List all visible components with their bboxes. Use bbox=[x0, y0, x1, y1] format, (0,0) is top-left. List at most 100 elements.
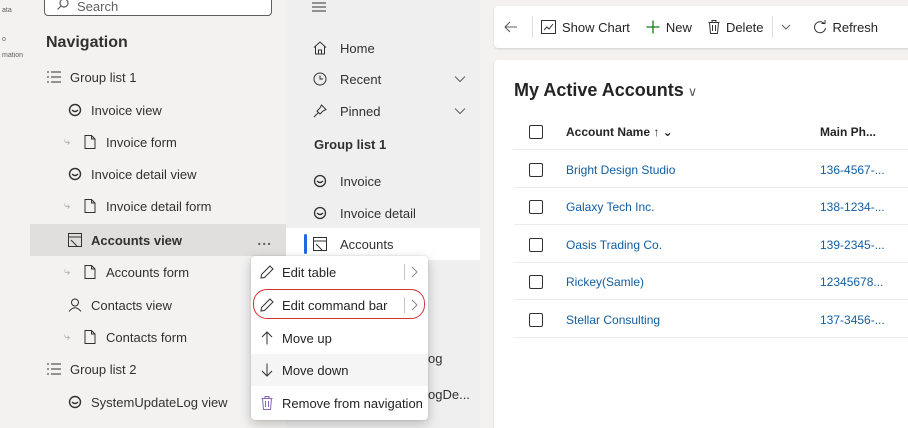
table-row[interactable]: Stellar Consulting 137-3456-... bbox=[514, 303, 908, 338]
search-input[interactable]: Search bbox=[44, 0, 272, 16]
refresh-button[interactable]: Refresh bbox=[805, 6, 887, 48]
row-checkbox[interactable] bbox=[529, 200, 543, 214]
tree-item-label: Invoice detail form bbox=[106, 198, 212, 214]
sitemap-item-label: Invoice detail bbox=[340, 205, 416, 221]
account-name-link[interactable]: Rickey(Samle) bbox=[566, 275, 820, 289]
sitemap-item-partial-1[interactable]: og bbox=[428, 351, 442, 366]
tree-item-label: Accounts form bbox=[106, 264, 190, 280]
tree-item-invoice-form[interactable]: ⤷ Invoice form bbox=[30, 126, 286, 158]
column-header-main-phone[interactable]: Main Ph... bbox=[820, 125, 900, 139]
accounts-view-card: My Active Accounts ∨ Account Name ↑ ⌄ Mai… bbox=[494, 60, 908, 428]
main-phone-cell[interactable]: 138-1234-... bbox=[820, 200, 900, 214]
tree-item-invoice-detail-form[interactable]: ⤷ Invoice detail form bbox=[30, 190, 286, 222]
sitemap-item-invoice[interactable]: Invoice bbox=[286, 165, 480, 197]
menu-item-label: Move down bbox=[282, 362, 349, 378]
more-options-button[interactable]: ... bbox=[257, 232, 272, 248]
submenu-chevron[interactable] bbox=[404, 264, 418, 280]
tree-item-accounts-view[interactable]: Accounts view ... bbox=[30, 224, 286, 256]
main-phone-cell[interactable]: 139-2345-... bbox=[820, 238, 900, 252]
row-checkbox[interactable] bbox=[529, 238, 543, 252]
account-name-link[interactable]: Galaxy Tech Inc. bbox=[566, 200, 820, 214]
navigation-title: Navigation bbox=[46, 34, 128, 51]
chevron-down-icon bbox=[781, 24, 790, 30]
menu-item-label: Edit table bbox=[282, 264, 337, 280]
refresh-label: Refresh bbox=[832, 19, 879, 35]
more-commands-dropdown[interactable] bbox=[773, 6, 805, 48]
table-row[interactable]: Bright Design Studio 136-4567-... bbox=[514, 153, 908, 188]
rail-label-data[interactable]: ata bbox=[2, 7, 30, 15]
chevron-down-icon: ∨ bbox=[687, 84, 698, 99]
sub-item-icon: ⤷ bbox=[64, 265, 71, 278]
sitemap-item-label: Accounts bbox=[340, 236, 394, 252]
tree-item-systemupdatelog-view[interactable]: SystemUpdateLog view bbox=[30, 386, 286, 418]
show-chart-button[interactable]: Show Chart bbox=[533, 6, 638, 48]
sitemap-item-partial-2[interactable]: ogDe... bbox=[428, 387, 470, 402]
sitemap-item-label: Invoice bbox=[340, 173, 382, 189]
table-row[interactable]: Galaxy Tech Inc. 138-1234-... bbox=[514, 190, 908, 225]
search-placeholder: Search bbox=[77, 0, 119, 14]
tree-item-group-list-1[interactable]: Group list 1 bbox=[30, 61, 286, 93]
main-phone-cell[interactable]: 12345678... bbox=[820, 275, 900, 289]
view-icon bbox=[67, 166, 83, 182]
sitemap-item-label: Recent bbox=[340, 71, 382, 87]
sitemap-item-recent[interactable]: Recent bbox=[286, 63, 480, 95]
menu-item-remove-from-navigation[interactable]: Remove from navigation bbox=[251, 387, 428, 419]
tree-item-contacts-form[interactable]: ⤷ Contacts form bbox=[30, 321, 286, 353]
menu-item-move-down[interactable]: Move down bbox=[251, 354, 428, 386]
table-view-icon bbox=[312, 236, 328, 252]
column-header-account-name[interactable]: Account Name ↑ ⌄ bbox=[566, 125, 820, 139]
new-button[interactable]: New bbox=[638, 6, 700, 48]
view-icon bbox=[312, 205, 328, 221]
table-row[interactable]: Oasis Trading Co. 139-2345-... bbox=[514, 228, 908, 263]
tree-item-invoice-view[interactable]: Invoice view bbox=[30, 94, 286, 126]
tree-item-label: Invoice form bbox=[106, 134, 177, 150]
delete-button[interactable]: Delete bbox=[700, 6, 772, 48]
sitemap-item-pinned[interactable]: Pinned bbox=[286, 95, 480, 127]
account-name-link[interactable]: Stellar Consulting bbox=[566, 313, 820, 327]
menu-item-move-up[interactable]: Move up bbox=[251, 322, 428, 354]
chevron-down-icon[interactable] bbox=[454, 105, 466, 117]
rail-label-automation-2[interactable]: mation bbox=[2, 52, 30, 60]
tree-item-label: SystemUpdateLog view bbox=[91, 394, 228, 410]
tree-item-label: Contacts form bbox=[106, 329, 187, 345]
main-phone-cell[interactable]: 136-4567-... bbox=[820, 163, 900, 177]
sitemap-item-invoice-detail[interactable]: Invoice detail bbox=[286, 197, 480, 229]
row-checkbox[interactable] bbox=[529, 313, 543, 327]
grid-header-row: Account Name ↑ ⌄ Main Ph... bbox=[514, 115, 908, 150]
menu-item-edit-table[interactable]: Edit table bbox=[251, 256, 428, 288]
chevron-right-icon bbox=[411, 266, 418, 278]
trash-icon bbox=[259, 395, 275, 411]
tree-item-contacts-view[interactable]: Contacts view bbox=[30, 289, 286, 321]
select-all-checkbox[interactable] bbox=[529, 125, 543, 139]
sub-item-icon: ⤷ bbox=[64, 330, 71, 343]
tree-item-accounts-form[interactable]: ⤷ Accounts form bbox=[30, 256, 286, 288]
account-name-link[interactable]: Bright Design Studio bbox=[566, 163, 820, 177]
refresh-icon bbox=[813, 20, 826, 34]
table-row[interactable]: Rickey(Samle) 12345678... bbox=[514, 265, 908, 300]
account-name-link[interactable]: Oasis Trading Co. bbox=[566, 238, 820, 252]
main-phone-cell[interactable]: 137-3456-... bbox=[820, 313, 900, 327]
view-selector[interactable]: My Active Accounts ∨ bbox=[514, 80, 697, 101]
view-icon bbox=[67, 394, 83, 410]
tree-item-group-list-2[interactable]: Group list 2 bbox=[30, 353, 286, 385]
menu-item-label: Remove from navigation bbox=[282, 395, 423, 411]
chevron-down-icon[interactable] bbox=[454, 73, 466, 85]
back-button[interactable] bbox=[494, 6, 532, 48]
tree-item-label: Group list 2 bbox=[70, 361, 137, 377]
menu-item-label: Move up bbox=[282, 330, 332, 346]
pin-icon bbox=[312, 103, 328, 119]
hamburger-menu-icon[interactable] bbox=[312, 2, 326, 12]
group-list-icon bbox=[46, 361, 62, 377]
tree-item-label: Accounts view bbox=[91, 232, 183, 248]
sitemap-item-home[interactable]: Home bbox=[286, 32, 480, 64]
sub-item-icon: ⤷ bbox=[64, 135, 71, 148]
trash-icon bbox=[708, 20, 720, 34]
view-icon bbox=[67, 102, 83, 118]
row-checkbox[interactable] bbox=[529, 163, 543, 177]
tree-item-invoice-detail-view[interactable]: Invoice detail view bbox=[30, 158, 286, 190]
form-icon bbox=[82, 264, 98, 280]
form-icon bbox=[82, 134, 98, 150]
rail-label-automation-1[interactable]: o bbox=[2, 36, 30, 44]
arrow-down-icon bbox=[259, 362, 275, 378]
row-checkbox[interactable] bbox=[529, 275, 543, 289]
